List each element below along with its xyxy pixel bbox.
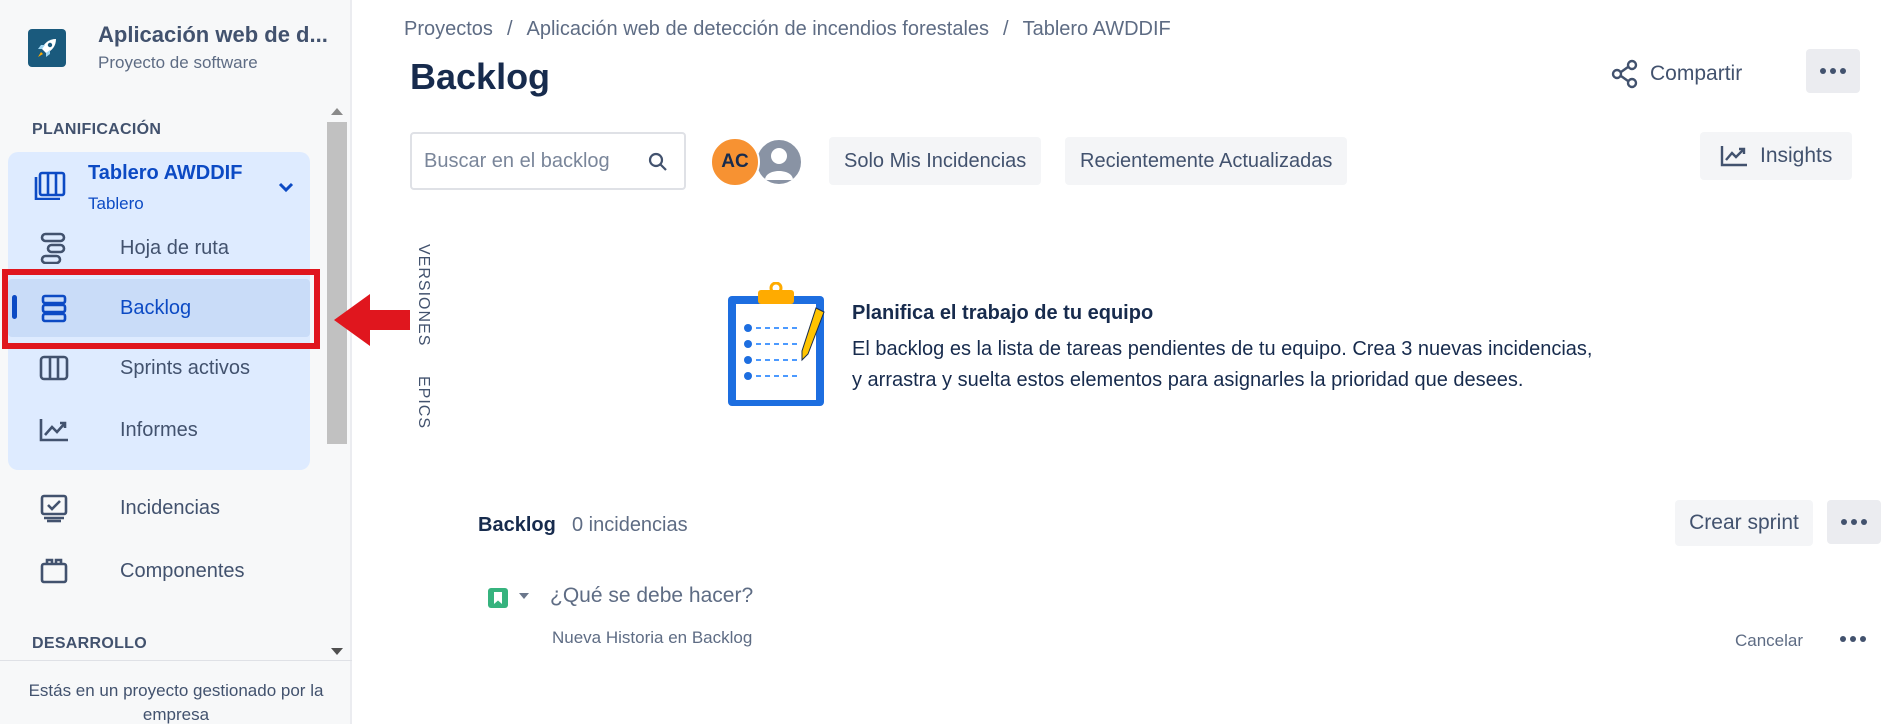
rocket-icon <box>28 28 66 67</box>
story-type-icon[interactable] <box>488 588 508 608</box>
insights-label: Insights <box>1760 144 1833 167</box>
search-icon <box>648 152 667 171</box>
scrollbar-thumb[interactable] <box>327 122 347 444</box>
backlog-more-button[interactable] <box>1827 500 1881 544</box>
board-icon <box>34 170 66 205</box>
reports-icon <box>34 410 74 450</box>
roadmap-icon <box>34 228 74 268</box>
empty-state-line: El backlog es la lista de tareas pendien… <box>852 338 1593 360</box>
scroll-up-arrow[interactable] <box>331 108 343 115</box>
user-icon <box>765 148 793 180</box>
project-header[interactable]: Aplicación web de d... Proyecto de softw… <box>28 22 328 73</box>
insights-icon <box>1720 146 1747 167</box>
filter-my-issues[interactable]: Solo Mis Incidencias <box>829 137 1042 185</box>
sprints-icon <box>34 348 74 388</box>
more-actions-button[interactable] <box>1806 49 1860 93</box>
new-issue-input[interactable]: ¿Qué se debe hacer? <box>550 584 753 608</box>
backlog-search[interactable] <box>410 132 686 190</box>
share-button[interactable]: Compartir <box>1600 52 1752 96</box>
insights-button[interactable]: Insights <box>1700 132 1853 180</box>
empty-state-line: y arrastra y suelta estos elementos para… <box>852 369 1524 391</box>
sidebar-item-label: Componentes <box>120 559 245 582</box>
breadcrumb-project[interactable]: Aplicación web de detección de incendios… <box>527 18 990 40</box>
components-icon <box>34 551 74 591</box>
avatar-unassigned[interactable] <box>754 137 804 187</box>
breadcrumb-board[interactable]: Tablero AWDDIF <box>1023 18 1171 40</box>
project-type: Proyecto de software <box>98 53 258 72</box>
planning-section-label: PLANIFICACIÓN <box>32 121 162 138</box>
filter-recently-updated[interactable]: Recientemente Actualizadas <box>1065 137 1348 185</box>
breadcrumb-projects[interactable]: Proyectos <box>404 18 493 40</box>
clipboard-icon <box>728 282 825 406</box>
breadcrumb: Proyectos / Aplicación web de detección de… <box>404 18 1171 40</box>
tab-epics[interactable]: EPICS <box>414 376 432 429</box>
page-title: Backlog <box>410 56 551 97</box>
share-icon <box>1611 59 1638 89</box>
tab-versions[interactable]: VERSIONES <box>414 244 432 346</box>
highlight-box <box>2 269 320 349</box>
search-input[interactable] <box>424 149 644 173</box>
development-section-label: DESARROLLO <box>32 635 147 652</box>
create-sprint-button[interactable]: Crear sprint <box>1675 500 1813 546</box>
scroll-down-arrow[interactable] <box>331 648 343 655</box>
empty-state-title: Planifica el trabajo de tu equipo <box>852 302 1154 324</box>
avatar[interactable]: AC <box>710 137 760 187</box>
sidebar-item-reports[interactable]: Informes <box>8 401 310 459</box>
sidebar-item-label: Sprints activos <box>120 356 251 379</box>
new-issue-hint: Nueva Historia en Backlog <box>552 628 753 647</box>
sidebar-item-label: Incidencias <box>120 496 221 519</box>
sidebar-item-components[interactable]: Componentes <box>8 542 310 600</box>
issues-icon <box>34 488 74 528</box>
empty-state-text: El backlog es la lista de tareas pendien… <box>852 334 1592 396</box>
red-arrow-icon <box>334 294 410 346</box>
chevron-down-icon[interactable] <box>278 180 294 198</box>
sidebar-item-label: Hoja de ruta <box>120 236 229 259</box>
sidebar-item-label: Informes <box>120 418 198 441</box>
board-selector[interactable]: Tablero AWDDIF Tablero <box>8 158 310 218</box>
board-title: Tablero AWDDIF <box>88 162 243 184</box>
sidebar-item-issues[interactable]: Incidencias <box>8 479 310 537</box>
cancel-button[interactable]: Cancelar <box>1735 631 1803 651</box>
issue-more-button[interactable] <box>1840 636 1866 642</box>
board-subtitle: Tablero <box>88 194 144 213</box>
backlog-issue-count: 0 incidencias <box>572 514 688 536</box>
backlog-section-title: Backlog <box>478 514 556 536</box>
bookmark-icon <box>494 592 502 604</box>
share-label: Compartir <box>1650 62 1743 85</box>
project-title: Aplicación web de d... <box>98 22 328 47</box>
chevron-down-icon[interactable] <box>519 593 529 599</box>
sidebar: Aplicación web de d... Proyecto de softw… <box>0 0 352 724</box>
managed-project-note: Estás en un proyecto gestionado por la e… <box>0 660 352 727</box>
